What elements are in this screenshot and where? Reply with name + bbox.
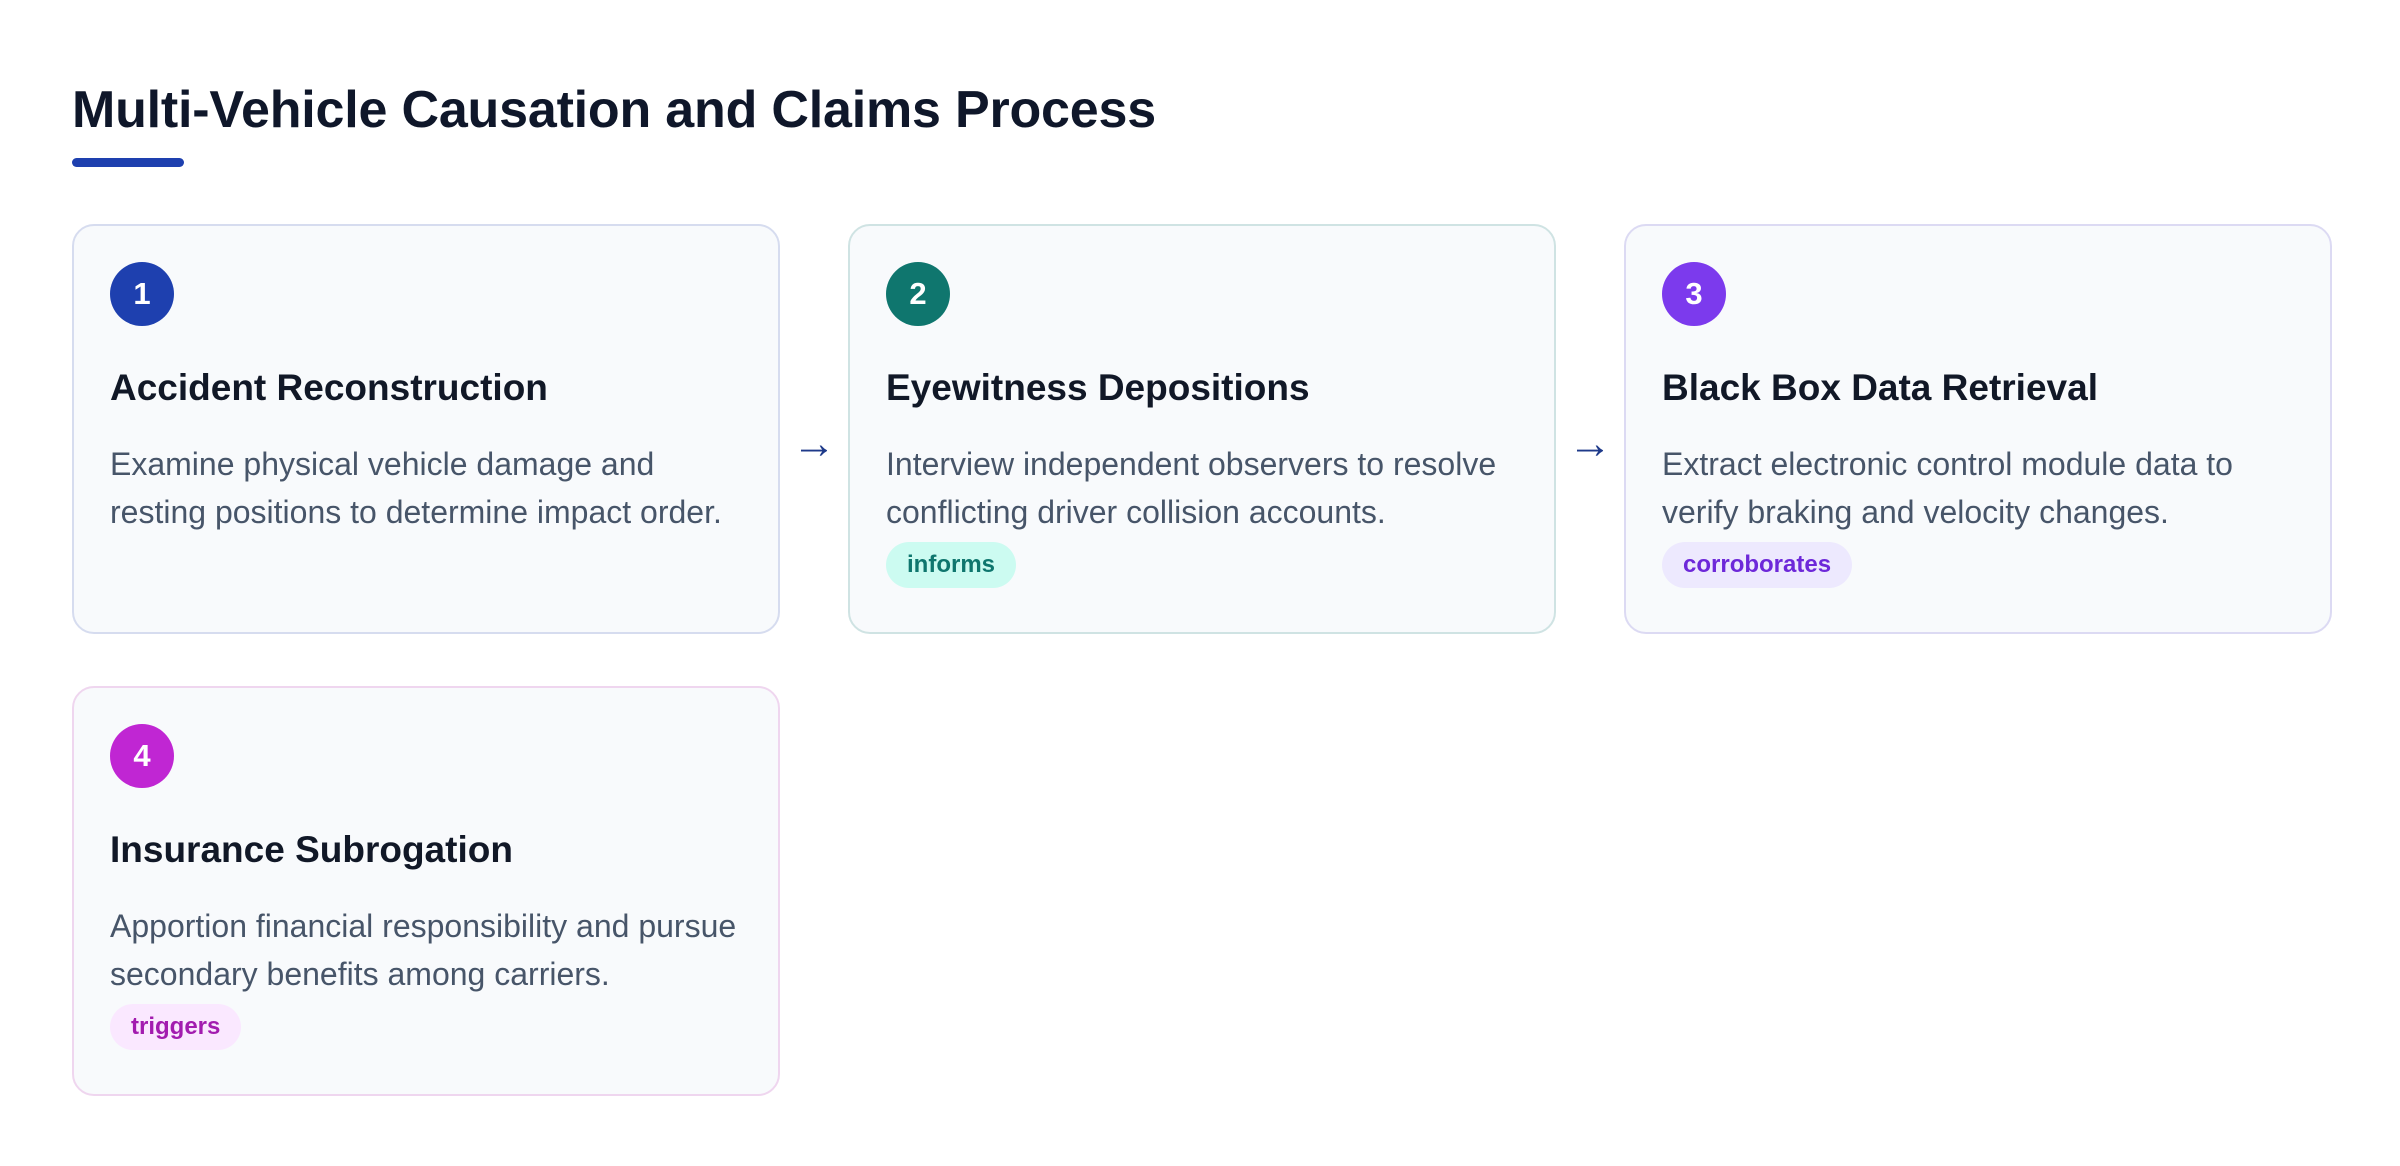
step-card-black-box-data-retrieval: 3 Black Box Data Retrieval Extract elect… <box>1624 224 2332 634</box>
step-number-badge: 1 <box>110 262 174 326</box>
relation-tag: corroborates <box>1662 542 1853 588</box>
step-description: Interview independent observers to resol… <box>886 446 1497 530</box>
step-card-insurance-subrogation: 4 Insurance Subrogation Apportion financ… <box>72 686 780 1096</box>
step-description: Extract electronic control module data t… <box>1662 446 2233 530</box>
connector-arrow-2-3: → <box>1568 419 1612 468</box>
relation-tag: informs <box>886 542 1017 588</box>
step-title: Insurance Subrogation <box>110 829 513 870</box>
step-description: Examine physical vehicle damage and rest… <box>110 446 722 530</box>
step-description: Apportion financial responsibility and p… <box>110 908 737 992</box>
step-card-eyewitness-depositions: 2 Eyewitness Depositions Interview indep… <box>848 224 1556 634</box>
step-number-badge: 4 <box>110 724 174 788</box>
step-number-badge: 2 <box>886 262 950 326</box>
connector-arrow-1-2: → <box>792 419 836 468</box>
step-title: Black Box Data Retrieval <box>1662 367 2098 408</box>
relation-tag: triggers <box>110 1004 242 1050</box>
title-underline <box>72 158 184 167</box>
step-title: Accident Reconstruction <box>110 367 548 408</box>
step-card-accident-reconstruction: 1 Accident Reconstruction Examine physic… <box>72 224 780 634</box>
step-title: Eyewitness Depositions <box>886 367 1310 408</box>
page-title: Multi-Vehicle Causation and Claims Proce… <box>72 81 1156 139</box>
step-number-badge: 3 <box>1662 262 1726 326</box>
